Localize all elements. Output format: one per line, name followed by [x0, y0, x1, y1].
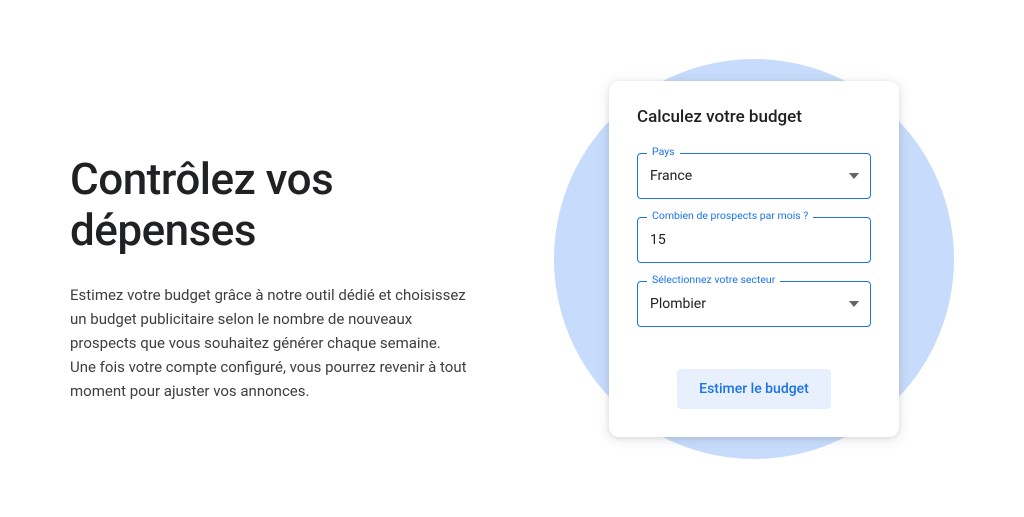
country-select-wrapper: France — [637, 153, 871, 199]
left-content: Contrôlez vos dépenses Estimez votre bud… — [70, 114, 544, 403]
page-description: Estimez votre budget grâce à notre outil… — [70, 283, 470, 403]
country-field-wrapper: Pays France — [637, 153, 871, 199]
prospects-field-wrapper: Combien de prospects par mois ? — [637, 217, 871, 263]
country-select[interactable]: France — [637, 153, 871, 199]
budget-card: Calculez votre budget Pays France Combie… — [609, 81, 899, 437]
sector-label: Sélectionnez votre secteur — [647, 273, 780, 286]
sector-select-wrapper: Plombier — [637, 281, 871, 327]
prospects-label: Combien de prospects par mois ? — [647, 209, 813, 222]
card-title: Calculez votre budget — [637, 107, 871, 127]
sector-select[interactable]: Plombier — [637, 281, 871, 327]
page-headline: Contrôlez vos dépenses — [70, 154, 504, 255]
country-label: Pays — [647, 145, 680, 158]
prospects-input[interactable] — [637, 217, 871, 263]
right-content: Calculez votre budget Pays France Combie… — [544, 0, 964, 517]
cta-wrapper: Estimer le budget — [637, 369, 871, 409]
page-container: Contrôlez vos dépenses Estimez votre bud… — [0, 0, 1024, 517]
sector-field-wrapper: Sélectionnez votre secteur Plombier — [637, 281, 871, 327]
estimate-budget-button[interactable]: Estimer le budget — [677, 369, 831, 409]
